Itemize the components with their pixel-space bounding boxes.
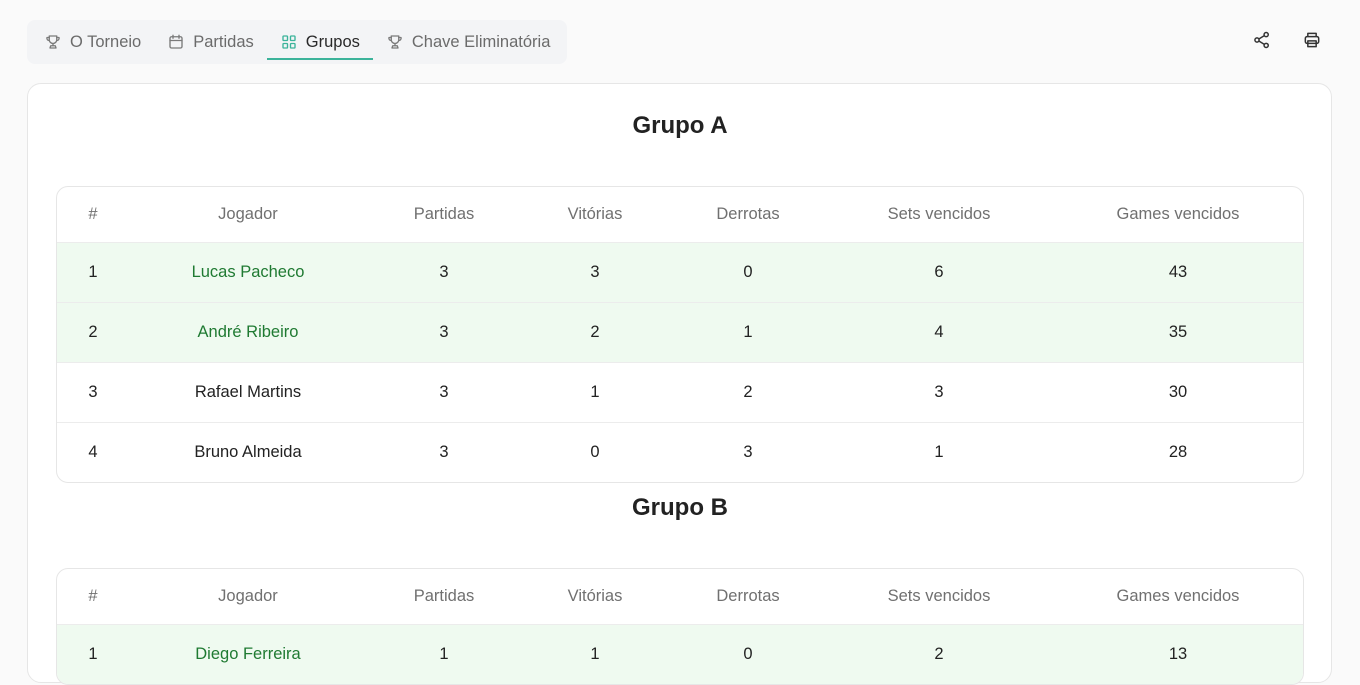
- wins: 0: [590, 443, 600, 461]
- tab-grupos[interactable]: Grupos: [266, 20, 373, 64]
- table-row: 3 Rafael Martins 3 1 2 3 30: [57, 362, 1303, 422]
- group-a: Grupo A # Jogador Partidas Vitórias Derr…: [56, 108, 1304, 483]
- col-header: Partidas: [413, 587, 475, 605]
- col-header: Derrotas: [716, 205, 780, 223]
- table-row: 1 Diego Ferreira 1 1 0 2 13: [57, 624, 1303, 684]
- sets-won: 1: [934, 443, 944, 461]
- wins: 1: [590, 645, 600, 663]
- col-header: #: [88, 205, 98, 223]
- col-header: Sets vencidos: [887, 205, 991, 223]
- games-won: 30: [1168, 383, 1188, 401]
- tab-label: O Torneio: [70, 32, 142, 51]
- wins: 1: [590, 383, 600, 401]
- col-header: Vitórias: [567, 587, 623, 605]
- losses: 0: [743, 263, 753, 281]
- matches: 3: [439, 323, 449, 341]
- player-name: Diego Ferreira: [195, 645, 301, 663]
- table-row: 4 Bruno Almeida 3 0 3 1 28: [57, 422, 1303, 482]
- sets-won: 4: [934, 323, 944, 341]
- wins: 2: [590, 323, 600, 341]
- matches: 3: [439, 443, 449, 461]
- col-header: Partidas: [413, 205, 475, 223]
- losses: 0: [743, 645, 753, 663]
- standings-table: # Jogador Partidas Vitórias Derrotas Set…: [56, 186, 1304, 483]
- position: 3: [88, 383, 98, 401]
- share-icon: [1254, 31, 1269, 49]
- share-button[interactable]: [1252, 30, 1272, 50]
- trophy-icon: [46, 35, 60, 49]
- sets-won: 6: [934, 263, 944, 281]
- printer-icon: [1304, 32, 1320, 48]
- col-header: Vitórias: [567, 205, 623, 223]
- col-header: Derrotas: [716, 587, 780, 605]
- table-row: 1 Lucas Pacheco 3 3 0 6 43: [57, 242, 1303, 302]
- games-won: 43: [1168, 263, 1188, 281]
- player-name: Rafael Martins: [194, 383, 302, 401]
- table-row: 2 André Ribeiro 3 2 1 4 35: [57, 302, 1303, 362]
- tab-label: Grupos: [305, 32, 360, 51]
- tab-label: Chave Eliminatória: [411, 32, 551, 51]
- col-header: Jogador: [218, 205, 278, 223]
- position: 2: [88, 323, 98, 341]
- player-name: André Ribeiro: [197, 323, 299, 341]
- group-b: Grupo B # Jogador Partidas Vitórias Derr…: [56, 490, 1304, 685]
- sets-won: 2: [934, 645, 944, 663]
- standings-table: # Jogador Partidas Vitórias Derrotas Set…: [56, 568, 1304, 685]
- position: 1: [88, 645, 98, 663]
- grid-icon: [282, 35, 296, 49]
- header-actions: [1252, 30, 1322, 50]
- col-header: #: [88, 587, 98, 605]
- table-header: # Jogador Partidas Vitórias Derrotas Set…: [57, 569, 1303, 624]
- tab-label: Partidas: [193, 32, 254, 51]
- group-title: Grupo B: [632, 494, 728, 521]
- col-header: Sets vencidos: [887, 587, 991, 605]
- losses: 3: [743, 443, 753, 461]
- table-header: # Jogador Partidas Vitórias Derrotas Set…: [57, 187, 1303, 242]
- calendar-icon: [169, 34, 183, 49]
- groups-card: Grupo A # Jogador Partidas Vitórias Derr…: [27, 83, 1332, 685]
- position: 4: [88, 443, 98, 461]
- losses: 1: [743, 323, 753, 341]
- col-header: Jogador: [218, 587, 278, 605]
- tab-o-torneio[interactable]: O Torneio: [31, 20, 154, 64]
- games-won: 13: [1168, 645, 1188, 663]
- trophy-icon: [388, 35, 402, 49]
- col-header: Games vencidos: [1116, 205, 1240, 223]
- sets-won: 3: [934, 383, 944, 401]
- losses: 2: [743, 383, 753, 401]
- matches: 1: [439, 645, 449, 663]
- tab-chave-eliminatoria[interactable]: Chave Eliminatória: [373, 20, 563, 64]
- nav-tabs: O Torneio Partidas Grupos Chave Eliminat…: [27, 20, 568, 64]
- matches: 3: [439, 263, 449, 281]
- tab-partidas[interactable]: Partidas: [154, 20, 267, 64]
- games-won: 28: [1168, 443, 1188, 461]
- player-name: Bruno Almeida: [194, 443, 302, 461]
- col-header: Games vencidos: [1116, 587, 1240, 605]
- position: 1: [88, 263, 98, 281]
- games-won: 35: [1168, 323, 1188, 341]
- top-bar: O Torneio Partidas Grupos Chave Eliminat…: [0, 0, 1360, 84]
- player-name: Lucas Pacheco: [191, 263, 305, 281]
- print-button[interactable]: [1302, 30, 1322, 50]
- wins: 3: [590, 263, 600, 281]
- group-title: Grupo A: [632, 112, 728, 139]
- matches: 3: [439, 383, 449, 401]
